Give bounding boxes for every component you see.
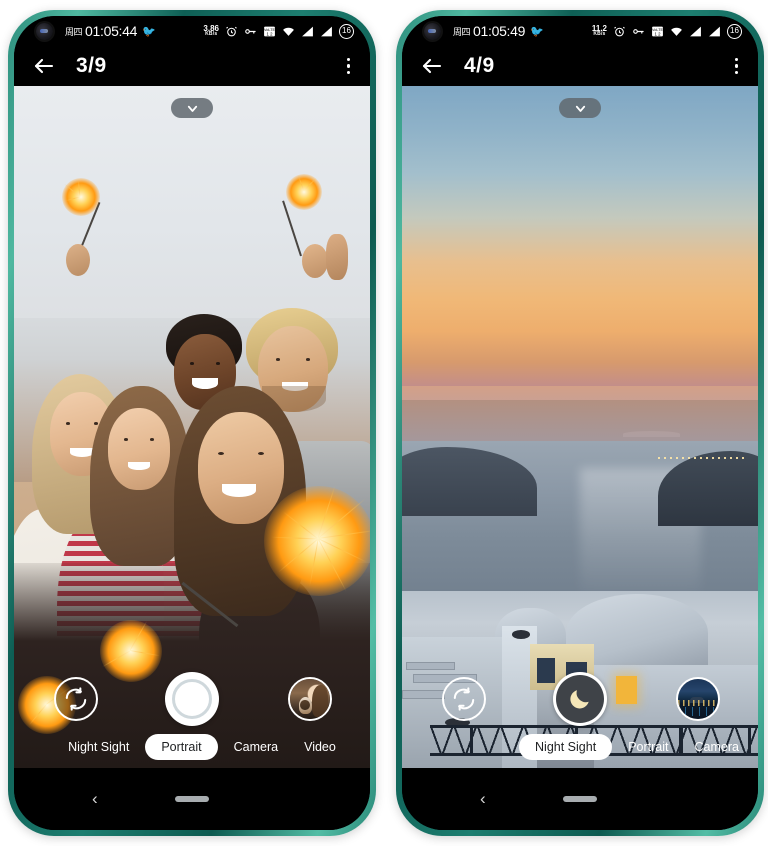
app-bar: 4/9 (402, 46, 758, 86)
svg-text:1 2: 1 2 (266, 31, 273, 36)
wifi-icon (670, 25, 683, 38)
collapse-panel-button[interactable] (171, 98, 213, 118)
signal-icon (301, 25, 314, 38)
woman-with-dog-thumbnail (290, 679, 330, 719)
camera-controls-row (402, 666, 758, 732)
flip-camera-icon (65, 687, 87, 711)
status-day: 周四 (453, 26, 471, 37)
alarm-icon (225, 25, 238, 38)
signal-icon (689, 25, 702, 38)
mode-portrait[interactable]: Portrait (618, 734, 678, 760)
camera-controls-row (14, 666, 370, 732)
network-rate: 3.86 KB/s (203, 25, 219, 37)
collapse-panel-button[interactable] (559, 98, 601, 118)
mode-night-sight[interactable]: Night Sight (519, 734, 613, 760)
nav-back-icon[interactable]: ‹ (92, 789, 98, 809)
mode-video[interactable]: Video (294, 734, 346, 760)
back-arrow-icon[interactable] (32, 54, 56, 78)
network-rate: 11.2 KB/s (592, 25, 607, 37)
phone-device-left: 周四 01:05:44 🐦 3.86 KB/s VoLTE 1 2 16 3/9… (8, 10, 376, 836)
sim-card-icon: VoLTE 1 2 (263, 25, 276, 38)
camera-viewport[interactable]: Night Sight Portrait Camera Video (14, 86, 370, 768)
flip-camera-button[interactable] (54, 677, 98, 721)
vpn-key-icon (244, 25, 257, 38)
phone-screen-right: 周四 01:05:49 🐦 11.2 KB/s VoLTE 1 2 16 4/9… (402, 16, 758, 830)
wifi-icon (282, 25, 295, 38)
front-camera-icon (36, 22, 53, 40)
night-cityscape-thumbnail (678, 679, 718, 719)
status-clock: 周四 01:05:44 🐦 (65, 23, 156, 39)
system-nav-bar: ‹ (402, 768, 758, 830)
back-arrow-icon[interactable] (420, 54, 444, 78)
camera-mode-selector: Night Sight Portrait Camera (456, 732, 758, 760)
status-day: 周四 (65, 26, 83, 37)
mode-camera[interactable]: Camera (684, 734, 748, 760)
overflow-menu-icon[interactable] (343, 54, 355, 79)
network-rate-unit: KB/s (593, 31, 606, 38)
camera-viewport[interactable]: Night Sight Portrait Camera (402, 86, 758, 768)
chevron-down-icon (187, 105, 197, 112)
signal-icon (708, 25, 721, 38)
last-photo-thumbnail[interactable] (288, 677, 332, 721)
status-bar: 周四 01:05:49 🐦 11.2 KB/s VoLTE 1 2 16 (402, 16, 758, 46)
nav-back-icon[interactable]: ‹ (480, 789, 486, 809)
nav-home-pill[interactable] (175, 796, 209, 802)
shutter-button[interactable] (165, 672, 219, 726)
overflow-menu-icon[interactable] (731, 54, 743, 79)
flip-camera-button[interactable] (442, 677, 486, 721)
system-nav-bar: ‹ (14, 768, 370, 830)
status-time: 01:05:44 (85, 23, 138, 39)
phone-device-right: 周四 01:05:49 🐦 11.2 KB/s VoLTE 1 2 16 4/9… (396, 10, 764, 836)
status-icons: 3.86 KB/s VoLTE 1 2 16 (203, 23, 354, 39)
status-clock: 周四 01:05:49 🐦 (453, 23, 544, 39)
screenshot-stage: 周四 01:05:44 🐦 3.86 KB/s VoLTE 1 2 16 3/9… (0, 0, 768, 846)
alarm-icon (613, 25, 626, 38)
sim-card-icon: VoLTE 1 2 (651, 25, 664, 38)
bird-emoji-icon: 🐦 (530, 25, 544, 38)
chevron-down-icon (575, 105, 585, 112)
status-bar: 周四 01:05:44 🐦 3.86 KB/s VoLTE 1 2 16 (14, 16, 370, 46)
front-camera-icon (424, 22, 441, 40)
status-time: 01:05:49 (473, 23, 526, 39)
camera-controls: Night Sight Portrait Camera (402, 666, 758, 760)
flip-camera-icon (453, 687, 475, 711)
nav-home-pill[interactable] (563, 796, 597, 802)
network-rate-unit: KB/s (205, 31, 218, 38)
app-bar: 3/9 (14, 46, 370, 86)
last-photo-thumbnail[interactable] (676, 677, 720, 721)
battery-level: 16 (727, 23, 742, 39)
page-counter-title: 3/9 (76, 54, 107, 77)
battery-level: 16 (339, 23, 354, 39)
camera-controls: Night Sight Portrait Camera Video (14, 666, 370, 760)
vpn-key-icon (632, 25, 645, 38)
signal-icon (320, 25, 333, 38)
status-icons: 11.2 KB/s VoLTE 1 2 16 (592, 23, 742, 39)
phone-screen-left: 周四 01:05:44 🐦 3.86 KB/s VoLTE 1 2 16 3/9… (14, 16, 370, 830)
camera-mode-selector: Night Sight Portrait Camera Video (24, 732, 370, 760)
svg-text:1 2: 1 2 (654, 31, 661, 36)
mode-night-sight[interactable]: Night Sight (58, 734, 139, 760)
bird-emoji-icon: 🐦 (142, 25, 156, 38)
mode-camera[interactable]: Camera (224, 734, 288, 760)
page-counter-title: 4/9 (464, 54, 495, 77)
shutter-button[interactable] (553, 672, 607, 726)
mode-portrait[interactable]: Portrait (145, 734, 218, 760)
moon-icon (570, 690, 589, 709)
